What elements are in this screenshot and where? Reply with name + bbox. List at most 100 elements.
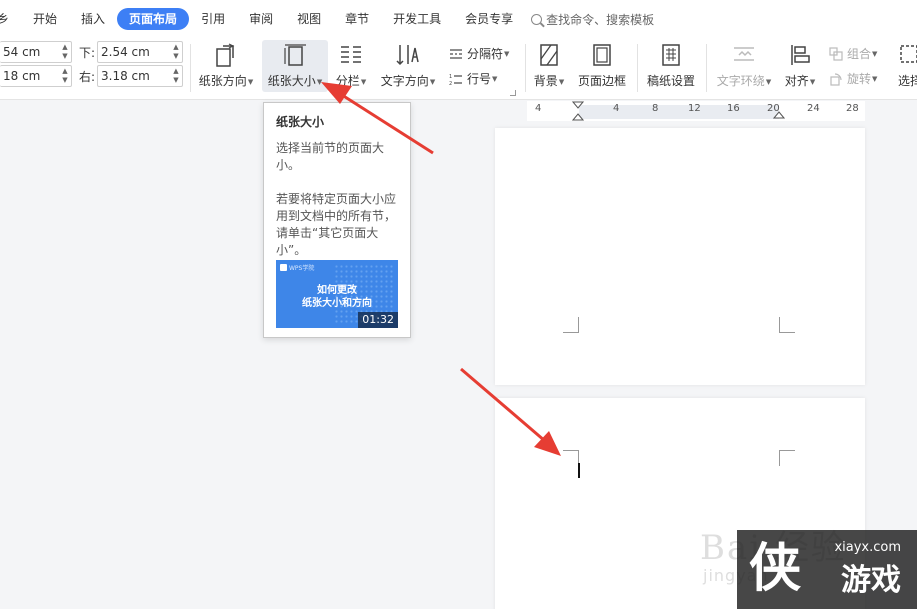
video-duration: 01:32 <box>358 312 398 328</box>
horizontal-ruler[interactable]: 4 4 8 12 16 20 24 28 <box>527 101 865 121</box>
spin-arrows-icon[interactable]: ▲ ▼ <box>172 43 180 61</box>
background-label: 背景 <box>533 74 558 88</box>
menu-item-section[interactable]: 章节 <box>333 8 381 30</box>
align-button[interactable]: 对齐▼ <box>782 40 818 92</box>
text-cursor <box>578 463 580 478</box>
margin-top-value: 54 cm <box>3 45 41 59</box>
margin-corner-mark <box>563 450 579 466</box>
ruler-tick: 28 <box>846 103 859 114</box>
spin-arrows-icon[interactable]: ▲ ▼ <box>61 43 69 61</box>
group-button[interactable]: 组合 ▼ <box>828 45 877 62</box>
svg-text:1: 1 <box>449 74 452 80</box>
watermark-game-text: 游戏 <box>841 563 901 598</box>
orientation-button[interactable]: 纸张方向▼ <box>195 40 257 92</box>
svg-text:2: 2 <box>449 81 452 86</box>
ribbon-divider <box>637 44 638 92</box>
tooltip-description: 选择当前节的页面大小。 <box>276 141 385 172</box>
ruler-tick: 4 <box>535 103 542 114</box>
video-brand-label: WPS学院 <box>289 265 315 272</box>
paper-size-icon <box>280 40 310 70</box>
ruler-tick: 16 <box>727 103 740 114</box>
background-button[interactable]: 背景▼ <box>530 40 568 92</box>
manuscript-label: 稿纸设置 <box>646 74 695 88</box>
page-border-label: 页面边框 <box>577 74 626 88</box>
line-number-icon: 12 <box>448 71 464 87</box>
search-icon <box>531 13 543 25</box>
menu-item-insert[interactable]: 插入 <box>69 8 117 30</box>
margin-top-field: 54 cm ▲ ▼ <box>0 41 72 63</box>
document-page-1[interactable] <box>495 128 865 385</box>
spin-arrows-icon[interactable]: ▲ ▼ <box>172 67 180 85</box>
ribbon-divider <box>525 44 526 92</box>
command-search[interactable]: 查找命令、搜索模板 <box>531 11 654 28</box>
menu-item-developer[interactable]: 开发工具 <box>381 8 453 30</box>
text-wrap-label: 文字环绕 <box>716 74 765 88</box>
page-border-button[interactable]: 页面边框 <box>576 40 628 92</box>
video-title-line-2: 纸张大小和方向 <box>302 298 372 309</box>
manuscript-icon <box>656 40 686 70</box>
spin-arrows-icon[interactable]: ▲ ▼ <box>61 67 69 85</box>
orientation-label: 纸张方向 <box>198 74 247 88</box>
ruler-tick: 12 <box>688 103 701 114</box>
rotate-button[interactable]: 旋转 ▼ <box>828 70 877 87</box>
menu-item-partial[interactable]: 乡 <box>0 8 21 30</box>
margin-top-input[interactable]: 54 cm ▲ ▼ <box>0 41 72 63</box>
menu-item-member[interactable]: 会员专享 <box>453 8 525 30</box>
margin-right-field: 右: 3.18 cm ▲ ▼ <box>79 65 183 87</box>
menu-item-home[interactable]: 开始 <box>21 8 69 30</box>
site-watermark: 侠 xiayx.com 游戏 <box>737 530 917 609</box>
indent-marker-icon[interactable] <box>572 101 584 123</box>
columns-button[interactable]: 分栏▼ <box>333 40 369 92</box>
wps-logo-icon <box>280 264 287 271</box>
menu-bar: 乡 开始 插入 页面布局 引用 审阅 视图 章节 开发工具 会员专享 查找命令、… <box>0 0 917 38</box>
text-wrap-button[interactable]: 文字环绕▼ <box>713 40 775 92</box>
ruler-text-area <box>579 105 779 119</box>
tutorial-video-thumbnail[interactable]: WPS学院 如何更改 纸张大小和方向 01:32 <box>276 260 398 328</box>
manuscript-settings-button[interactable]: 稿纸设置 <box>644 40 698 92</box>
margin-bottom-value: 2.54 cm <box>101 45 150 59</box>
ribbon-divider <box>190 44 191 92</box>
text-wrap-icon <box>729 40 759 70</box>
separator-label: 分隔符 <box>467 47 504 61</box>
paper-size-label: 纸张大小 <box>267 74 316 88</box>
watermark-logo-char: 侠 <box>749 538 802 599</box>
menu-item-references[interactable]: 引用 <box>189 8 237 30</box>
separator-button[interactable]: 分隔符 ▼ <box>448 45 509 62</box>
video-brand: WPS学院 <box>280 263 314 272</box>
dialog-launcher-icon[interactable] <box>510 90 516 96</box>
margin-right-label: 右: <box>79 69 96 84</box>
paper-size-tooltip: 纸张大小 选择当前节的页面大小。 若要将特定页面大小应用到文档中的所有节，请单击… <box>263 102 411 338</box>
separator-icon <box>448 46 464 62</box>
ribbon: 54 cm ▲ ▼ 下: 2.54 cm ▲ ▼ 18 cm ▲ ▼ 右: 3.18 … <box>0 38 917 100</box>
video-title-line-1: 如何更改 <box>317 285 357 296</box>
line-number-label: 行号 <box>467 72 492 86</box>
margin-corner-mark <box>779 317 795 333</box>
rotate-icon <box>828 71 844 87</box>
tooltip-description-2: 若要将特定页面大小应用到文档中的所有节，请单击“其它页面大小”。 <box>276 192 397 257</box>
tooltip-title: 纸张大小 <box>276 115 325 129</box>
margin-right-value: 3.18 cm <box>101 69 150 83</box>
watermark-site: xiayx.com <box>834 540 901 555</box>
columns-icon <box>336 40 366 70</box>
group-icon <box>828 46 844 62</box>
select-label: 选择 <box>897 74 917 88</box>
align-label: 对齐 <box>784 74 809 88</box>
margin-corner-mark <box>779 450 795 466</box>
search-label: 查找命令、搜索模板 <box>546 12 655 27</box>
margin-left-value: 18 cm <box>3 69 41 83</box>
menu-item-page-layout[interactable]: 页面布局 <box>117 8 190 30</box>
margin-corner-mark <box>563 317 579 333</box>
menu-item-view[interactable]: 视图 <box>285 8 333 30</box>
margin-left-input[interactable]: 18 cm ▲ ▼ <box>0 65 72 87</box>
line-number-button[interactable]: 12 行号 ▼ <box>448 70 497 87</box>
text-direction-button[interactable]: 文字方向▼ <box>378 40 438 92</box>
orientation-icon <box>211 40 241 70</box>
select-icon <box>895 40 917 70</box>
margin-bottom-input[interactable]: 2.54 cm ▲ ▼ <box>97 41 183 63</box>
rotate-label: 旋转 <box>847 72 872 86</box>
select-button[interactable]: 选择 <box>890 40 917 92</box>
paper-size-button[interactable]: 纸张大小▼ <box>262 40 328 92</box>
menu-item-review[interactable]: 审阅 <box>237 8 285 30</box>
right-indent-marker-icon[interactable] <box>773 111 785 121</box>
margin-right-input[interactable]: 3.18 cm ▲ ▼ <box>97 65 183 87</box>
